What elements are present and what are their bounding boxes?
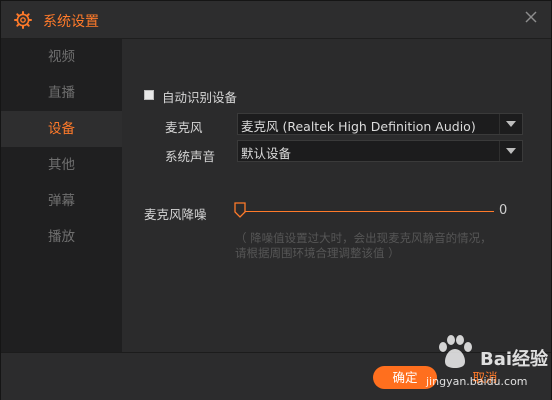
noise-reduction-value: 0 (499, 203, 508, 218)
slider-thumb-icon[interactable] (234, 202, 246, 218)
sidebar-item-danmaku[interactable]: 弹幕 (1, 183, 122, 219)
noise-reduction-label: 麦克风降噪 (144, 207, 207, 222)
watermark-brand: Bai经验 (480, 349, 549, 370)
chevron-down-icon[interactable] (499, 141, 522, 161)
sidebar-item-playback[interactable]: 播放 (1, 219, 122, 255)
mic-label: 麦克风 (165, 120, 203, 135)
sidebar-item-other[interactable]: 其他 (1, 147, 122, 183)
system-sound-select-value: 默认设备 (241, 146, 292, 161)
sidebar-item-video[interactable]: 视频 (1, 39, 122, 75)
close-icon[interactable] (521, 7, 541, 27)
mic-select-value: 麦克风 (Realtek High Definition Audio) (241, 119, 476, 134)
noise-reduction-slider-track[interactable] (238, 211, 494, 212)
window-title: 系统设置 (43, 14, 99, 30)
auto-detect-checkbox[interactable] (144, 90, 154, 100)
watermark: Bai经验 jingyan.baidu.com (422, 329, 550, 399)
mic-select[interactable]: 麦克风 (Realtek High Definition Audio) (237, 113, 523, 135)
sidebar-item-device[interactable]: 设备 (1, 111, 122, 147)
system-sound-select[interactable]: 默认设备 (237, 140, 523, 162)
settings-sidebar: 视频 直播 设备 其他 弹幕 播放 (1, 39, 122, 352)
gear-icon (14, 11, 32, 29)
chevron-down-icon[interactable] (499, 114, 522, 134)
paw-icon (439, 335, 472, 368)
system-sound-label: 系统声音 (165, 149, 216, 164)
noise-hint-line-2: 请根据周围环境合理调整该值 ） (235, 246, 400, 260)
title-bar: 系统设置 (1, 1, 551, 39)
auto-detect-label: 自动识别设备 (162, 90, 238, 105)
watermark-url: jingyan.baidu.com (426, 375, 528, 388)
noise-hint-line-1: （ 降噪值设置过大时，会出现麦克风静音的情况， (235, 231, 492, 245)
device-settings-panel: 自动识别设备 麦克风 麦克风 (Realtek High Definition … (122, 39, 551, 352)
sidebar-item-live[interactable]: 直播 (1, 75, 122, 111)
settings-window: 系统设置 视频 直播 设备 其他 弹幕 播放 自动识别设备 麦克风 麦克风 (R… (0, 0, 552, 400)
